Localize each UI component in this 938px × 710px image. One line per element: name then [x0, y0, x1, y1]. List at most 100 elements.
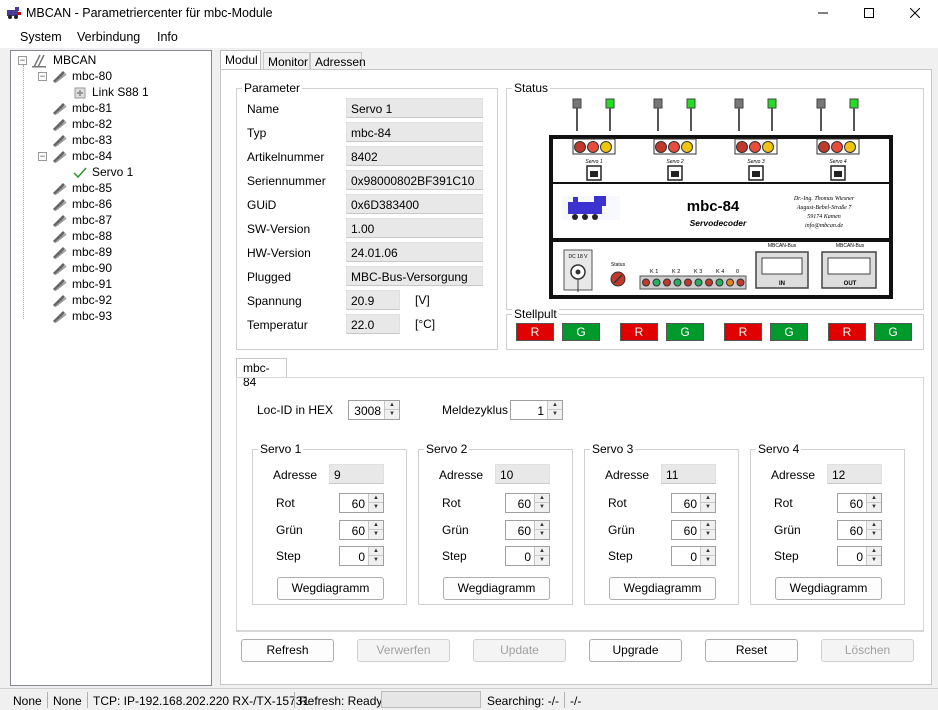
servo-led — [600, 141, 612, 153]
down-arrow-icon[interactable]: ▼ — [701, 503, 715, 512]
locid-stepper[interactable]: 3008 ▲ ▼ — [348, 400, 400, 420]
down-arrow-icon[interactable]: ▼ — [535, 530, 549, 539]
collapse-icon[interactable]: − — [38, 152, 47, 161]
param-label: HW-Version — [247, 246, 311, 260]
stellpult-servo1-red-button[interactable]: R — [516, 323, 554, 341]
gruen-stepper[interactable]: 60 ▲ ▼ — [505, 520, 550, 540]
stellpult-servo4-green-button[interactable]: G — [874, 323, 912, 341]
wegdiagramm-button[interactable]: Wegdiagramm — [609, 577, 716, 600]
up-arrow-icon[interactable]: ▲ — [548, 401, 562, 410]
module-tree[interactable]: − MBCAN − mbc-80 Link S88 1 mbc-81 mbc-82 mbc… — [10, 50, 212, 686]
tree-item[interactable]: mbc-88 — [72, 229, 112, 245]
tab-monitor[interactable]: Monitor — [263, 52, 310, 70]
tree-item[interactable]: mbc-80 — [72, 69, 112, 85]
stellpult-servo1-green-button[interactable]: G — [562, 323, 600, 341]
tree-item[interactable]: Link S88 1 — [92, 85, 149, 101]
menu-verbindung[interactable]: Verbindung — [77, 30, 140, 44]
rot-stepper[interactable]: 60 ▲ ▼ — [671, 493, 716, 513]
svg-text:Status: Status — [611, 262, 626, 268]
close-button[interactable] — [892, 0, 938, 26]
tab-mbc84[interactable]: mbc-84 — [236, 358, 287, 389]
menu-info[interactable]: Info — [157, 30, 178, 44]
tree-item[interactable]: mbc-83 — [72, 133, 112, 149]
up-arrow-icon[interactable]: ▲ — [867, 521, 881, 530]
param-unit: [V] — [415, 293, 430, 307]
down-arrow-icon[interactable]: ▼ — [369, 530, 383, 539]
rot-stepper[interactable]: 60 ▲ ▼ — [505, 493, 550, 513]
step-stepper[interactable]: 0 ▲ ▼ — [837, 546, 882, 566]
tree-item[interactable]: mbc-93 — [72, 309, 112, 325]
tree-item[interactable]: mbc-86 — [72, 197, 112, 213]
down-arrow-icon[interactable]: ▼ — [369, 503, 383, 512]
step-stepper[interactable]: 0 ▲ ▼ — [671, 546, 716, 566]
up-arrow-icon[interactable]: ▲ — [369, 494, 383, 503]
stellpult-servo3-red-button[interactable]: R — [724, 323, 762, 341]
up-arrow-icon[interactable]: ▲ — [701, 547, 715, 556]
menu-system[interactable]: System — [20, 30, 62, 44]
up-arrow-icon[interactable]: ▲ — [385, 401, 399, 410]
up-arrow-icon[interactable]: ▲ — [535, 547, 549, 556]
up-arrow-icon[interactable]: ▲ — [369, 521, 383, 530]
up-arrow-icon[interactable]: ▲ — [535, 494, 549, 503]
meldezyklus-stepper[interactable]: 1 ▲ ▼ — [510, 400, 563, 420]
gruen-stepper[interactable]: 60 ▲ ▼ — [671, 520, 716, 540]
up-arrow-icon[interactable]: ▲ — [535, 521, 549, 530]
rot-stepper[interactable]: 60 ▲ ▼ — [837, 493, 882, 513]
gruen-stepper[interactable]: 60 ▲ ▼ — [339, 520, 384, 540]
gruen-stepper[interactable]: 60 ▲ ▼ — [837, 520, 882, 540]
down-arrow-icon[interactable]: ▼ — [701, 556, 715, 565]
step-stepper[interactable]: 0 ▲ ▼ — [505, 546, 550, 566]
rot-label: Rot — [774, 496, 793, 510]
lschen-button[interactable]: Löschen — [821, 639, 914, 662]
step-stepper[interactable]: 0 ▲ ▼ — [339, 546, 384, 566]
stellpult-servo3-green-button[interactable]: G — [770, 323, 808, 341]
rot-stepper[interactable]: 60 ▲ ▼ — [339, 493, 384, 513]
stellpult-servo2-red-button[interactable]: R — [620, 323, 658, 341]
up-arrow-icon[interactable]: ▲ — [701, 494, 715, 503]
tree-item[interactable]: Servo 1 — [92, 165, 133, 181]
up-arrow-icon[interactable]: ▲ — [867, 494, 881, 503]
param-value-field: MBC-Bus-Versorgung — [346, 266, 483, 286]
down-arrow-icon[interactable]: ▼ — [535, 503, 549, 512]
minimize-button[interactable] — [800, 0, 846, 26]
down-arrow-icon[interactable]: ▼ — [867, 530, 881, 539]
upgrade-button[interactable]: Upgrade — [589, 639, 682, 662]
wegdiagramm-button[interactable]: Wegdiagramm — [443, 577, 550, 600]
update-button[interactable]: Update — [473, 639, 566, 662]
down-arrow-icon[interactable]: ▼ — [385, 410, 399, 419]
stellpult-servo4-red-button[interactable]: R — [828, 323, 866, 341]
down-arrow-icon[interactable]: ▼ — [867, 556, 881, 565]
down-arrow-icon[interactable]: ▼ — [369, 556, 383, 565]
module-node-icon — [52, 278, 67, 292]
down-arrow-icon[interactable]: ▼ — [548, 410, 562, 419]
tree-item[interactable]: mbc-87 — [72, 213, 112, 229]
tree-item[interactable]: mbc-92 — [72, 293, 112, 309]
tree-item[interactable]: mbc-91 — [72, 277, 112, 293]
tab-adressen[interactable]: Adressen — [310, 52, 366, 70]
maximize-button[interactable] — [846, 0, 892, 26]
status-title: Status — [512, 81, 551, 95]
tree-item[interactable]: mbc-81 — [72, 101, 112, 117]
tree-item[interactable]: mbc-90 — [72, 261, 112, 277]
reset-button[interactable]: Reset — [705, 639, 798, 662]
module-node-icon — [52, 182, 67, 196]
down-arrow-icon[interactable]: ▼ — [701, 530, 715, 539]
wegdiagramm-button[interactable]: Wegdiagramm — [775, 577, 882, 600]
collapse-icon[interactable]: − — [38, 72, 47, 81]
tree-item[interactable]: mbc-82 — [72, 117, 112, 133]
tree-root[interactable]: MBCAN — [53, 53, 96, 69]
tree-item[interactable]: mbc-85 — [72, 181, 112, 197]
down-arrow-icon[interactable]: ▼ — [535, 556, 549, 565]
verwerfen-button[interactable]: Verwerfen — [357, 639, 450, 662]
up-arrow-icon[interactable]: ▲ — [369, 547, 383, 556]
tree-item[interactable]: mbc-89 — [72, 245, 112, 261]
tab-modul[interactable]: Modul — [220, 50, 261, 70]
refresh-button[interactable]: Refresh — [241, 639, 334, 662]
root-collapse-icon[interactable]: − — [18, 56, 27, 65]
up-arrow-icon[interactable]: ▲ — [701, 521, 715, 530]
tree-item[interactable]: mbc-84 — [72, 149, 112, 165]
stellpult-servo2-green-button[interactable]: G — [666, 323, 704, 341]
wegdiagramm-button[interactable]: Wegdiagramm — [277, 577, 384, 600]
down-arrow-icon[interactable]: ▼ — [867, 503, 881, 512]
up-arrow-icon[interactable]: ▲ — [867, 547, 881, 556]
